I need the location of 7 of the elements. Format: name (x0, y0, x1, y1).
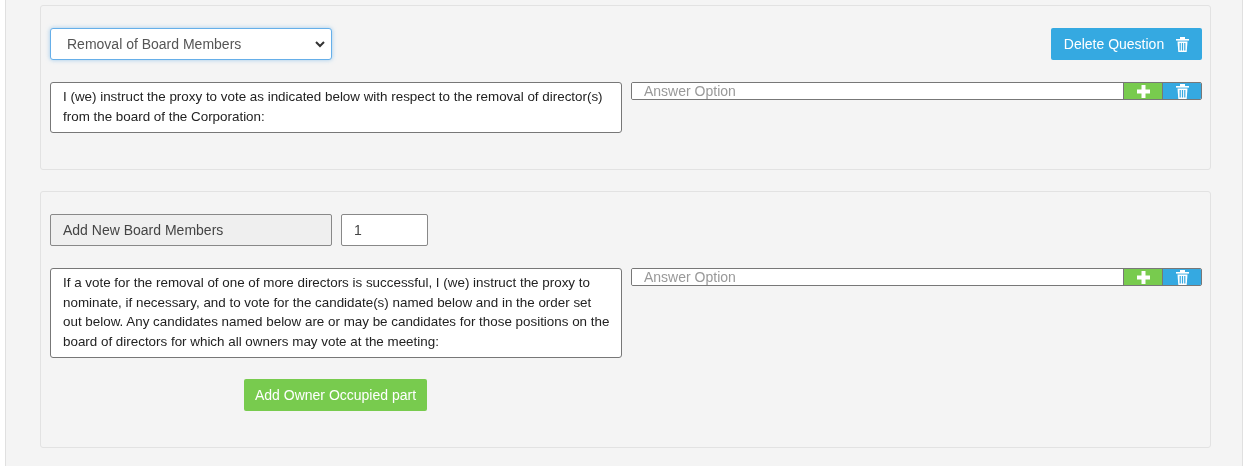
question-text-field[interactable]: If a vote for the removal of one of more directors is successful, I (we) instruct the proxy to nominate, if necessary, and to vote for the candidate(s) named below and in the order set out below. Any candidates named below are or may be candidates for those positions on the board of directors for which all owners may vote at the meeting: (50, 268, 622, 358)
question-label-field: Add New Board Members (50, 214, 332, 246)
question-type-select[interactable]: Removal of Board Members (50, 28, 332, 60)
trash-icon (1176, 36, 1190, 52)
member-count-field[interactable]: 1 (341, 214, 428, 246)
chevron-down-icon (315, 40, 325, 48)
question-text-field[interactable]: I (we) instruct the proxy to vote as indicated below with respect to the removal of director(s) from the board of the Corporation: (50, 82, 622, 133)
